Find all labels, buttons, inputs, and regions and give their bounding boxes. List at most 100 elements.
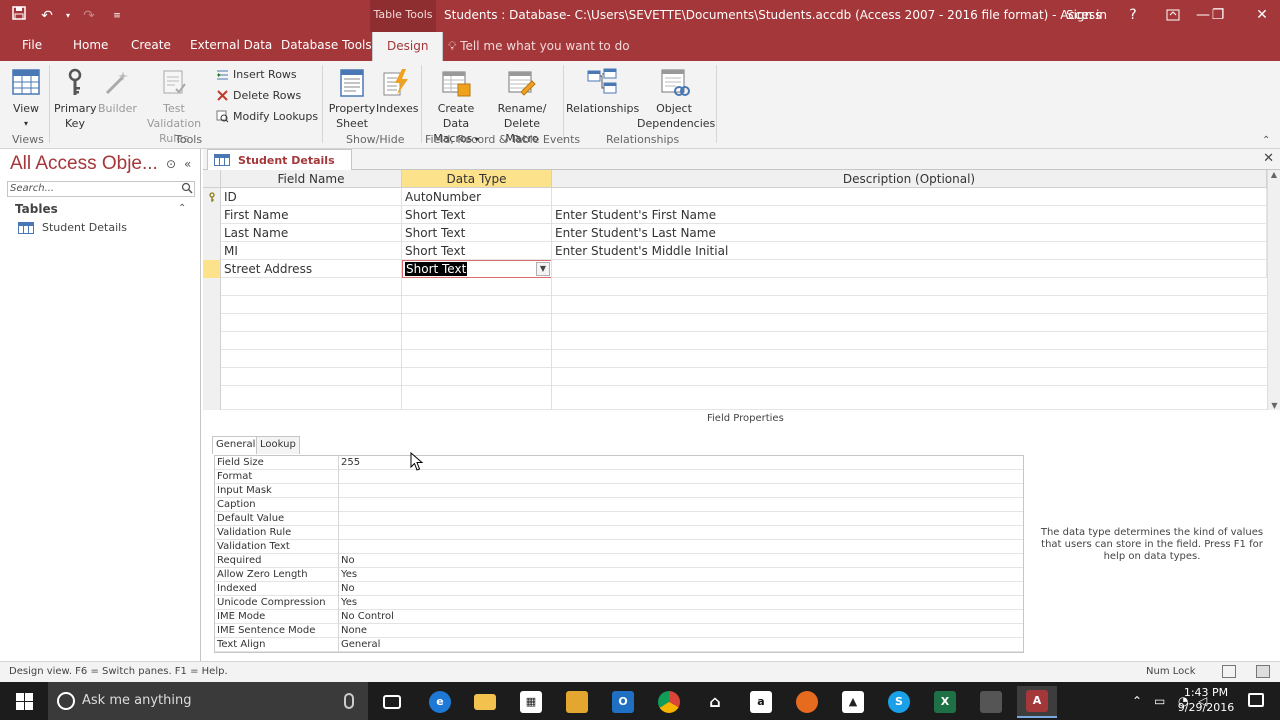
- row-selector[interactable]: [203, 350, 221, 368]
- row-selector[interactable]: [203, 206, 221, 224]
- photos-icon[interactable]: ▲: [833, 686, 873, 718]
- row-selector[interactable]: [203, 332, 221, 350]
- property-row[interactable]: Indexed No: [215, 582, 1023, 596]
- nav-pane-title[interactable]: All Access Obje...: [10, 153, 158, 175]
- close-document-icon[interactable]: ✕: [1263, 151, 1274, 166]
- empty-row[interactable]: [203, 296, 1267, 314]
- property-row[interactable]: IME Sentence Mode None: [215, 624, 1023, 638]
- table-row[interactable]: MI Short Text Enter Student's Middle Ini…: [203, 242, 1267, 260]
- tab-external-data[interactable]: External Data: [190, 38, 272, 52]
- empty-row[interactable]: [203, 368, 1267, 386]
- empty-row[interactable]: [203, 350, 1267, 368]
- row-selector[interactable]: [203, 188, 221, 206]
- nav-section-tables[interactable]: Tables: [15, 202, 58, 216]
- empty-row[interactable]: [203, 332, 1267, 350]
- film-app-icon[interactable]: [971, 686, 1011, 718]
- row-selector[interactable]: [203, 368, 221, 386]
- empty-row[interactable]: [203, 278, 1267, 296]
- datasheet-view-icon[interactable]: [1222, 665, 1236, 678]
- description-cell[interactable]: [552, 260, 1267, 278]
- tab-design[interactable]: Design: [372, 32, 444, 61]
- access-icon[interactable]: A: [1017, 686, 1057, 718]
- property-row[interactable]: IME Mode No Control: [215, 610, 1023, 624]
- row-selector-current[interactable]: [203, 260, 221, 278]
- row-selector[interactable]: [203, 296, 221, 314]
- action-center-icon[interactable]: [1248, 693, 1264, 707]
- table-row[interactable]: First Name Short Text Enter Student's Fi…: [203, 206, 1267, 224]
- column-header-field-name[interactable]: Field Name: [221, 170, 402, 188]
- description-cell[interactable]: Enter Student's Middle Initial: [552, 242, 1267, 260]
- chrome-icon[interactable]: [649, 686, 689, 718]
- nav-item-student-details[interactable]: Student Details: [18, 221, 127, 234]
- close-button[interactable]: ✕: [1247, 0, 1277, 30]
- tab-general[interactable]: General: [212, 436, 260, 454]
- system-clock[interactable]: 1:43 PM 9/29/2016: [1170, 685, 1242, 715]
- scroll-up-icon[interactable]: ▲: [1268, 170, 1280, 179]
- data-type-cell[interactable]: Short Text: [402, 206, 552, 224]
- design-view-icon[interactable]: [1256, 665, 1270, 678]
- skype-icon[interactable]: S: [879, 686, 919, 718]
- store-icon[interactable]: ▦: [511, 686, 551, 718]
- insert-rows-button[interactable]: Insert Rows: [216, 68, 297, 81]
- property-row[interactable]: Allow Zero Length Yes: [215, 568, 1023, 582]
- notes-app-icon[interactable]: [557, 686, 597, 718]
- table-row[interactable]: Last Name Short Text Enter Student's Las…: [203, 224, 1267, 242]
- outlook-icon[interactable]: O: [603, 686, 643, 718]
- view-button[interactable]: View ▾: [8, 67, 44, 131]
- nav-menu-dropdown-icon[interactable]: ⊙: [166, 157, 176, 171]
- sign-in-link[interactable]: Sign in: [1066, 0, 1107, 30]
- property-row[interactable]: Unicode Compression Yes: [215, 596, 1023, 610]
- chevron-down-icon[interactable]: ▼: [536, 262, 550, 276]
- doc-tab-student-details[interactable]: Student Details: [207, 149, 352, 170]
- tab-create[interactable]: Create: [131, 38, 171, 52]
- grid-vertical-scrollbar[interactable]: ▲ ▼: [1267, 170, 1280, 410]
- row-selector[interactable]: [203, 242, 221, 260]
- property-row[interactable]: Default Value: [215, 512, 1023, 526]
- column-header-data-type[interactable]: Data Type: [402, 170, 552, 188]
- cortana-search-box[interactable]: Ask me anything: [48, 682, 368, 720]
- scroll-down-icon[interactable]: ▼: [1268, 401, 1280, 410]
- property-row[interactable]: Field Size 255: [215, 456, 1023, 470]
- property-row[interactable]: Validation Rule: [215, 526, 1023, 540]
- relationships-button[interactable]: Relationships: [566, 67, 639, 116]
- microphone-icon[interactable]: [344, 693, 354, 709]
- property-row[interactable]: Text Align General: [215, 638, 1023, 652]
- primary-key-button[interactable]: Primary Key: [54, 67, 97, 131]
- row-selector[interactable]: [203, 314, 221, 332]
- amazon-icon[interactable]: a: [741, 686, 781, 718]
- home-icon[interactable]: ⌂: [695, 686, 735, 718]
- tab-home[interactable]: Home: [73, 38, 108, 52]
- property-row[interactable]: Input Mask: [215, 484, 1023, 498]
- restore-button[interactable]: ❐: [1203, 0, 1233, 30]
- tab-lookup[interactable]: Lookup: [256, 436, 300, 454]
- collapse-section-icon[interactable]: ⌃: [178, 203, 186, 214]
- table-row-current[interactable]: Street Address Short Text ▼: [203, 260, 1267, 278]
- object-dependencies-button[interactable]: Object Dependencies: [637, 67, 715, 131]
- data-type-select[interactable]: Short Text ▼: [402, 260, 552, 278]
- modify-lookups-button[interactable]: Modify Lookups: [216, 110, 318, 123]
- file-explorer-icon[interactable]: [465, 686, 505, 718]
- indexes-button[interactable]: Indexes: [376, 67, 418, 116]
- property-row[interactable]: Format: [215, 470, 1023, 484]
- shutter-bar-close-icon[interactable]: «: [184, 157, 191, 171]
- tell-me-box[interactable]: 💡︎ Tell me what you want to do: [448, 39, 630, 54]
- row-selector[interactable]: [203, 278, 221, 296]
- undo-dropdown-icon[interactable]: ▾: [64, 5, 72, 27]
- firefox-icon[interactable]: [787, 686, 827, 718]
- empty-row[interactable]: [203, 314, 1267, 332]
- task-view-icon[interactable]: [372, 686, 412, 718]
- data-type-cell[interactable]: AutoNumber: [402, 188, 552, 206]
- ribbon-display-options-icon[interactable]: [1158, 0, 1188, 30]
- field-name-cell[interactable]: First Name: [221, 206, 402, 224]
- field-name-cell[interactable]: MI: [221, 242, 402, 260]
- table-row[interactable]: ID AutoNumber: [203, 188, 1267, 206]
- excel-icon[interactable]: X: [925, 686, 965, 718]
- field-name-cell[interactable]: ID: [221, 188, 402, 206]
- property-sheet-button[interactable]: Property Sheet: [328, 67, 376, 131]
- windows-start-icon[interactable]: [16, 693, 33, 710]
- undo-icon[interactable]: ↶: [36, 5, 58, 27]
- field-name-cell[interactable]: Street Address: [221, 260, 402, 278]
- delete-rows-button[interactable]: Delete Rows: [216, 89, 301, 102]
- property-row[interactable]: Validation Text: [215, 540, 1023, 554]
- tab-file[interactable]: File: [22, 38, 42, 52]
